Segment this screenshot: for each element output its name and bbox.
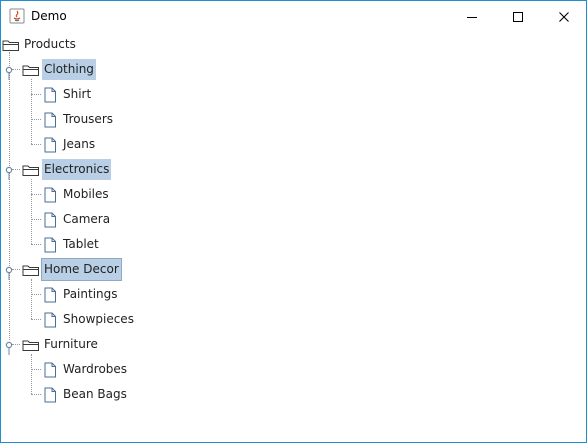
folder-icon xyxy=(22,337,40,353)
expand-handle-icon[interactable] xyxy=(5,265,13,280)
tree-leaf-label: Showpieces xyxy=(63,312,134,326)
file-icon xyxy=(43,112,57,128)
minimize-button[interactable] xyxy=(449,1,495,32)
tree-connector xyxy=(12,69,20,70)
window-title: Demo xyxy=(31,9,67,23)
tree-leaf-wardrobes[interactable]: Wardrobes xyxy=(43,357,129,382)
folder-icon xyxy=(22,262,40,278)
folder-icon xyxy=(22,162,40,178)
tree-leaf-label: Tablet xyxy=(63,237,99,251)
tree-node-clothing[interactable]: Clothing xyxy=(22,57,96,82)
tree-node-label: Clothing xyxy=(42,59,96,80)
tree-connector xyxy=(9,52,10,340)
maximize-button[interactable] xyxy=(495,1,541,32)
tree-connector xyxy=(31,79,32,144)
tree-leaf-label: Trousers xyxy=(63,112,114,126)
tree-connector xyxy=(12,269,20,270)
tree-node-furniture[interactable]: Furniture xyxy=(22,332,100,357)
close-button[interactable] xyxy=(541,1,586,32)
tree-leaf-label: Paintings xyxy=(63,287,118,301)
tree-leaf-label: Shirt xyxy=(63,87,92,101)
tree-connector xyxy=(12,169,20,170)
file-icon xyxy=(43,237,57,253)
file-icon xyxy=(43,137,57,153)
tree-connector xyxy=(31,354,32,394)
minimize-icon xyxy=(466,11,478,23)
file-icon xyxy=(43,187,57,203)
tree-connector xyxy=(31,94,41,95)
folder-icon xyxy=(22,62,40,78)
tree-connector xyxy=(31,279,32,319)
tree-node-home-decor[interactable]: Home Decor xyxy=(22,257,122,282)
tree-leaf-jeans[interactable]: Jeans xyxy=(43,132,97,157)
expand-handle-icon[interactable] xyxy=(5,65,13,80)
tree-connector xyxy=(12,344,20,345)
tree-connector xyxy=(31,119,41,120)
tree-leaf-mobiles[interactable]: Mobiles xyxy=(43,182,111,207)
tree-connector xyxy=(31,244,41,245)
tree-leaf-label: Jeans xyxy=(63,137,96,151)
tree-connector xyxy=(31,369,41,370)
tree-leaf-trousers[interactable]: Trousers xyxy=(43,107,115,132)
tree-node-label: Products xyxy=(24,37,76,51)
file-icon xyxy=(43,362,57,378)
file-icon xyxy=(43,287,57,303)
tree-leaf-paintings[interactable]: Paintings xyxy=(43,282,120,307)
app-window: Demo Products Clothing Shirt Trousers Jeans E… xyxy=(0,0,587,443)
file-icon xyxy=(43,87,57,103)
tree-connector xyxy=(31,144,41,145)
expand-handle-icon[interactable] xyxy=(5,340,13,355)
maximize-icon xyxy=(512,11,524,23)
tree-node-electronics[interactable]: Electronics xyxy=(22,157,112,182)
tree-connector xyxy=(31,179,32,244)
tree-connector xyxy=(31,219,41,220)
close-icon xyxy=(558,11,570,23)
folder-icon xyxy=(2,37,20,53)
tree-connector xyxy=(31,294,41,295)
tree-leaf-label: Wardrobes xyxy=(63,362,128,376)
tree-node-root[interactable]: Products xyxy=(2,32,78,57)
tree-leaf-label: Camera xyxy=(63,212,111,226)
tree-leaf-label: Mobiles xyxy=(63,187,109,201)
expand-handle-icon[interactable] xyxy=(5,165,13,180)
tree-leaf-tablet[interactable]: Tablet xyxy=(43,232,101,257)
java-icon xyxy=(9,8,25,24)
tree-node-label: Home Decor xyxy=(41,258,122,281)
tree-node-label: Electronics xyxy=(42,159,112,180)
tree-connector xyxy=(31,394,41,395)
tree-connector xyxy=(31,319,41,320)
tree-connector xyxy=(31,194,41,195)
tree-leaf-showpieces[interactable]: Showpieces xyxy=(43,307,136,332)
tree-leaf-shirt[interactable]: Shirt xyxy=(43,82,93,107)
file-icon xyxy=(43,387,57,403)
tree-leaf-label: Bean Bags xyxy=(63,387,127,401)
file-icon xyxy=(43,312,57,328)
tree-leaf-camera[interactable]: Camera xyxy=(43,207,112,232)
tree-node-label: Furniture xyxy=(44,337,98,351)
file-icon xyxy=(43,212,57,228)
tree-leaf-bean-bags[interactable]: Bean Bags xyxy=(43,382,129,407)
product-tree[interactable]: Products Clothing Shirt Trousers Jeans Electr… xyxy=(1,32,586,442)
title-bar[interactable]: Demo xyxy=(1,1,586,32)
